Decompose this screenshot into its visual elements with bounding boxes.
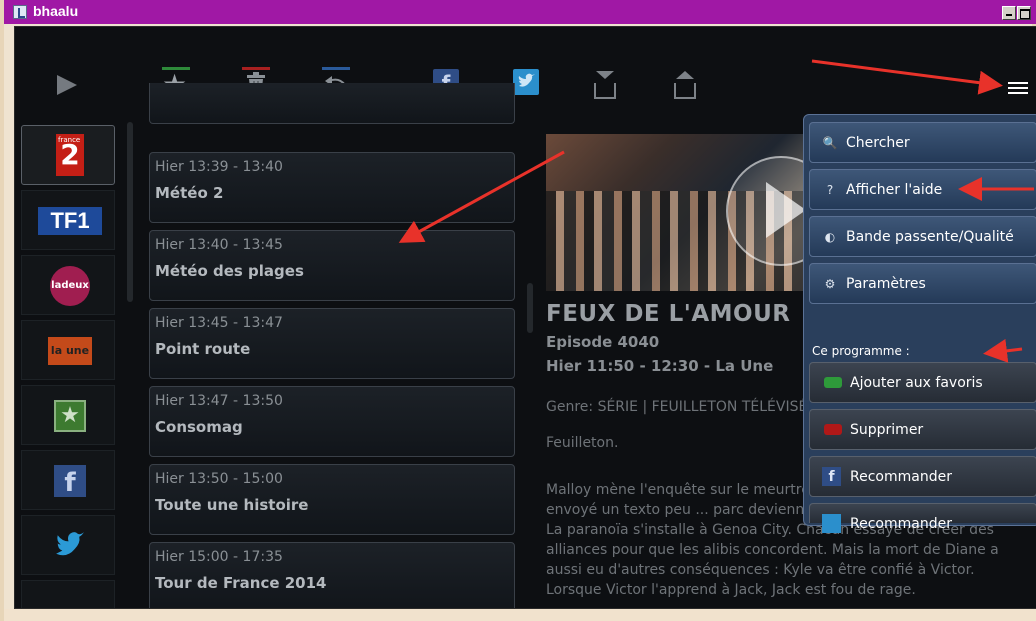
- channel-france2[interactable]: 2 france: [21, 125, 115, 185]
- programme-time: Hier 13:45 - 13:47: [155, 315, 283, 331]
- app-logo-icon: [13, 5, 27, 19]
- programme-item[interactable]: Hier 13:47 - 13:50 Consomag: [149, 386, 515, 457]
- options-menu: 🔍 Chercher ? Afficher l'aide ◐ Bande pas…: [803, 114, 1036, 533]
- detail-scrollbar[interactable]: [527, 283, 533, 333]
- programme-time: Hier 13:47 - 13:50: [155, 393, 283, 409]
- download-tray-icon[interactable]: [594, 83, 616, 99]
- bandwidth-menu-item[interactable]: ◐ Bande passente/Qualité: [809, 216, 1036, 257]
- recommend-facebook-menu-item[interactable]: f Recommander: [809, 456, 1036, 497]
- hamburger-menu-icon[interactable]: [1008, 82, 1028, 96]
- play-icon[interactable]: [57, 75, 77, 95]
- programme-thumbnail[interactable]: [546, 134, 826, 291]
- delete-menu-item[interactable]: Supprimer: [809, 409, 1036, 450]
- window-titlebar[interactable]: bhaalu: [4, 0, 1036, 24]
- help-label: Afficher l'aide: [846, 182, 943, 198]
- channel-twitter[interactable]: [21, 515, 115, 575]
- ladeux-logo: ladeux: [50, 266, 90, 306]
- search-label: Chercher: [846, 135, 910, 151]
- help-menu-item[interactable]: ? Afficher l'aide: [809, 169, 1036, 210]
- settings-menu-item[interactable]: ⚙ Paramètres: [809, 263, 1036, 304]
- facebook-channel-icon: f: [54, 465, 86, 498]
- programme-item-partial[interactable]: [149, 83, 515, 124]
- programme-item[interactable]: Hier 13:45 - 13:47 Point route: [149, 308, 515, 379]
- programme-item[interactable]: Hier 15:00 - 17:35 Tour de France 2014: [149, 542, 515, 608]
- recommend-twitter-menu-item[interactable]: Recommander: [809, 503, 1036, 533]
- twitter-icon: [822, 514, 841, 533]
- bandwidth-label: Bande passente/Qualité: [846, 229, 1014, 245]
- quality-icon: ◐: [824, 230, 836, 244]
- programme-name: Toute une histoire: [155, 496, 309, 514]
- delete-label: Supprimer: [850, 422, 924, 438]
- programme-time: Hier 13:50 - 15:00: [155, 471, 283, 487]
- upload-tray-icon[interactable]: [674, 83, 696, 99]
- type-label: Feuilleton.: [546, 435, 619, 451]
- channel-favorites[interactable]: ★: [21, 385, 115, 445]
- favorites-star-icon: ★: [54, 400, 86, 432]
- twitter-bird-icon: [56, 532, 84, 556]
- programme-name: Point route: [155, 340, 251, 358]
- upload-arrow-icon: [676, 71, 694, 79]
- play-overlay-icon: [766, 182, 806, 238]
- programme-item[interactable]: Hier 13:39 - 13:40 Météo 2: [149, 152, 515, 223]
- channel-scrollbar[interactable]: [127, 122, 133, 302]
- channel-more[interactable]: [21, 580, 115, 608]
- undo-indicator-bar: [322, 67, 350, 70]
- window-bottom-border: [4, 609, 1036, 621]
- programme-time: Hier 13:40 - 13:45: [155, 237, 283, 253]
- recommend-facebook-label: Recommander: [850, 469, 952, 485]
- recommend-twitter-label: Recommander: [850, 516, 952, 532]
- green-pill-icon: [824, 377, 842, 388]
- laune-logo: la une: [48, 337, 92, 365]
- programme-name: Météo des plages: [155, 262, 304, 280]
- gear-icon: ⚙: [824, 277, 836, 291]
- help-icon: ?: [826, 183, 834, 197]
- schedule-label: Hier 11:50 - 12:30 - La Une: [546, 357, 774, 375]
- facebook-icon: f: [822, 467, 841, 486]
- delete-indicator-bar: [242, 67, 270, 70]
- add-favorite-label: Ajouter aux favoris: [850, 375, 983, 391]
- add-favorite-menu-item[interactable]: Ajouter aux favoris: [809, 362, 1036, 403]
- programme-time: Hier 13:39 - 13:40: [155, 159, 283, 175]
- france2-sublabel: france: [58, 136, 81, 144]
- channel-tf1[interactable]: TF1: [21, 190, 115, 250]
- channel-ladeux[interactable]: ladeux: [21, 255, 115, 315]
- programme-section-label: Ce programme :: [812, 344, 910, 358]
- programme-time: Hier 15:00 - 17:35: [155, 549, 283, 565]
- window-title: bhaalu: [33, 3, 79, 19]
- minimize-button[interactable]: [1002, 6, 1016, 20]
- tf1-logo: TF1: [38, 207, 102, 235]
- programme-name: Météo 2: [155, 184, 224, 202]
- red-pill-icon: [824, 424, 842, 435]
- programme-name: Consomag: [155, 418, 243, 436]
- programme-item[interactable]: Hier 13:50 - 15:00 Toute une histoire: [149, 464, 515, 535]
- maximize-button[interactable]: [1017, 6, 1031, 20]
- genre-label: Genre: SÉRIE | FEUILLETON TÉLÉVISÉ: [546, 399, 808, 415]
- programme-name: Tour de France 2014: [155, 574, 327, 592]
- programme-item[interactable]: Hier 13:40 - 13:45 Météo des plages: [149, 230, 515, 301]
- main-app-area: ★ f 2 france TF1: [14, 26, 1036, 609]
- episode-label: Episode 4040: [546, 333, 660, 351]
- channel-facebook[interactable]: f: [21, 450, 115, 510]
- twitter-share-icon[interactable]: [513, 69, 539, 95]
- settings-label: Paramètres: [846, 276, 926, 292]
- download-arrow-icon: [596, 71, 614, 79]
- channel-laune[interactable]: la une: [21, 320, 115, 380]
- search-icon: 🔍: [822, 136, 838, 150]
- search-menu-item[interactable]: 🔍 Chercher: [809, 122, 1036, 163]
- app-window: bhaalu ★ f 2: [0, 0, 1036, 621]
- programme-title: FEUX DE L'AMOUR: [546, 301, 791, 327]
